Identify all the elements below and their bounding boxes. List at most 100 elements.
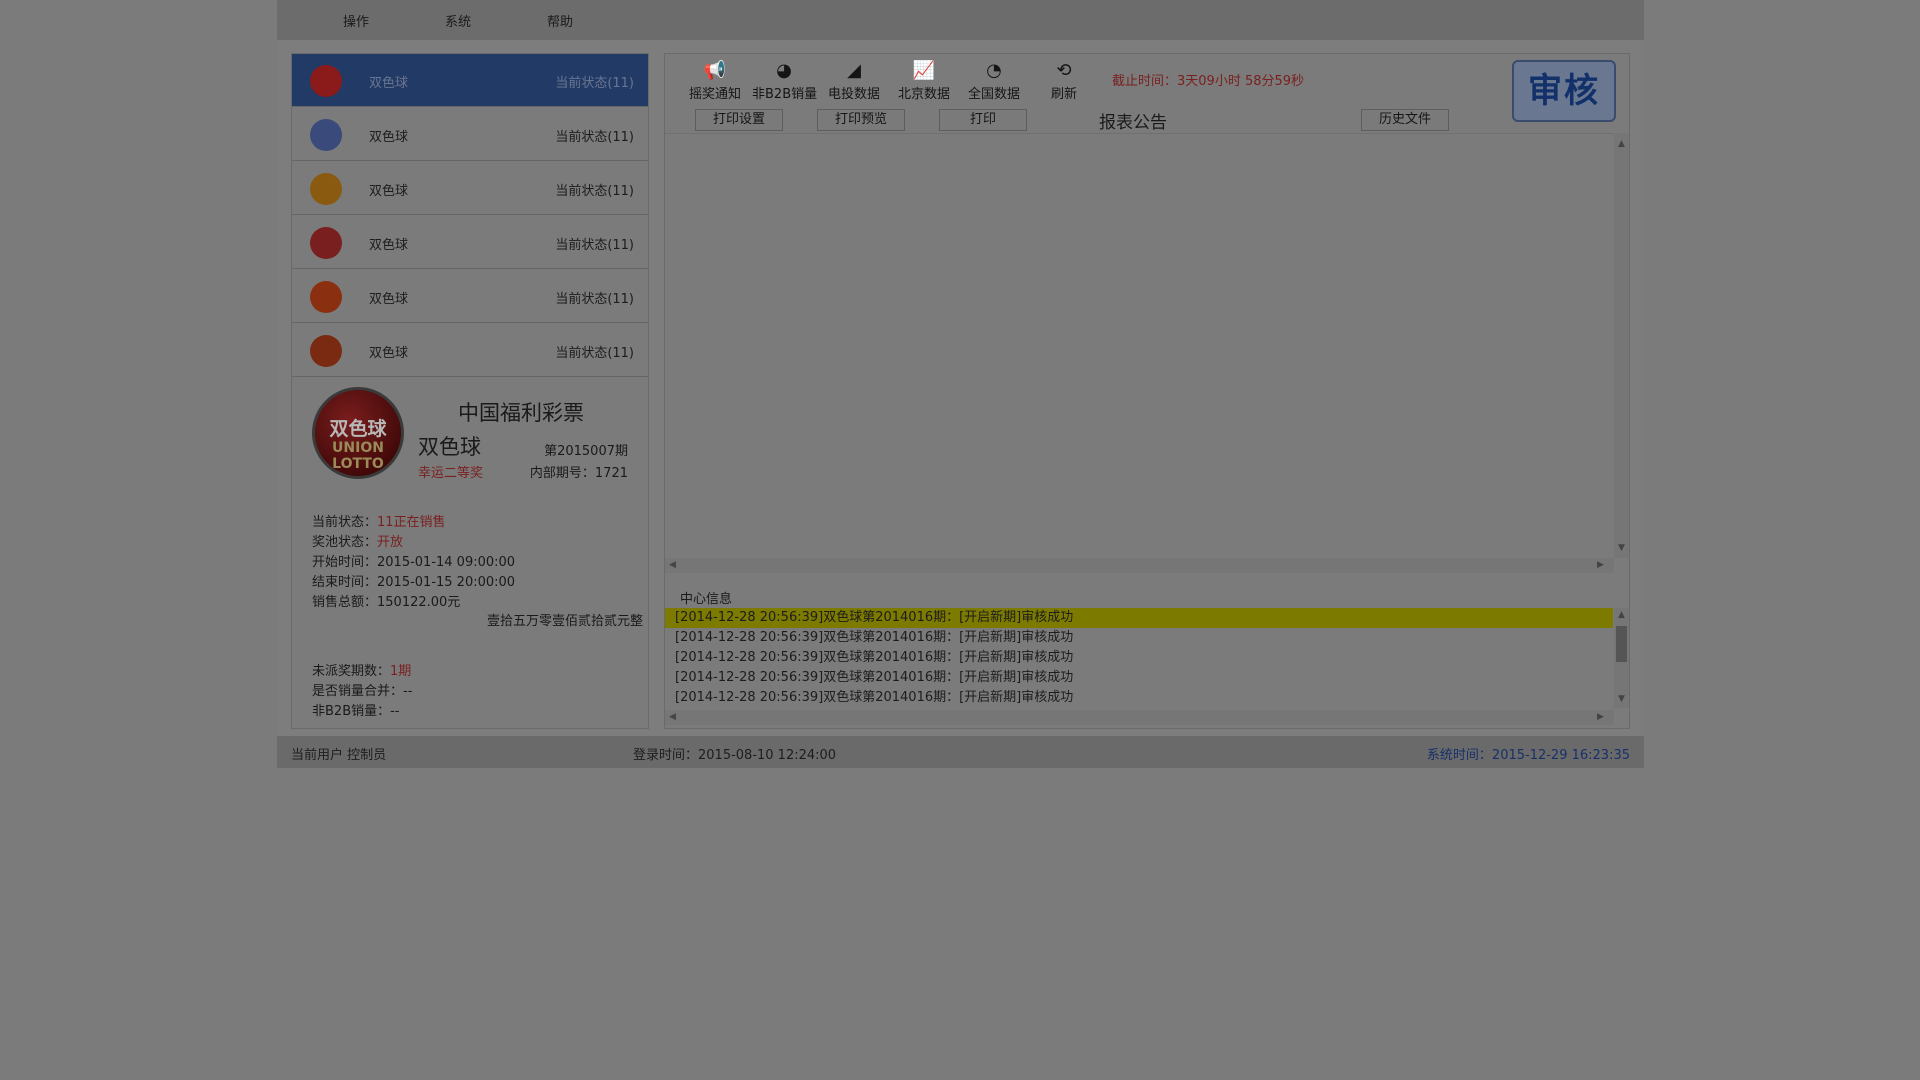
lottery-org: 中国福利彩票 — [458, 401, 584, 425]
lottery-item[interactable]: 双色球 当前状态(11) — [292, 216, 648, 269]
menu-system[interactable]: 系统 — [445, 11, 471, 30]
scroll-right-icon[interactable]: ▶ — [1597, 560, 1604, 570]
scroll-left-icon[interactable]: ◀ — [669, 560, 676, 570]
unpaid-periods-label: 未派奖期数： — [312, 664, 391, 679]
pool-status-row: 奖池状态：开放 — [312, 531, 403, 550]
print-button[interactable]: 打印 — [939, 109, 1027, 131]
pie-chart-icon: ◕ — [776, 60, 792, 81]
tool-label: 北京数据 — [897, 87, 950, 102]
pool-status-value: 开放 — [377, 535, 404, 550]
print-settings-button[interactable]: 打印设置 — [695, 109, 783, 131]
lottery-item[interactable]: 双色球 当前状态(11) — [292, 162, 648, 215]
menu-operation[interactable]: 操作 — [343, 11, 369, 30]
pool-status-label: 奖池状态： — [312, 535, 378, 550]
login-time: 登录时间：2015-08-10 12:24:00 — [633, 748, 837, 763]
history-files-button[interactable]: 历史文件 — [1361, 109, 1449, 131]
lottery-logo-icon — [310, 119, 342, 151]
scroll-right-icon[interactable]: ▶ — [1597, 712, 1604, 722]
lottery-lucky: 幸运二等奖 — [418, 466, 484, 481]
center-info-label: 中心信息 — [680, 592, 733, 607]
lottery-item[interactable]: 双色球 当前状态(11) — [292, 108, 648, 161]
scroll-down-icon[interactable]: ▼ — [1618, 543, 1625, 553]
lottery-name: 双色球 — [369, 130, 409, 145]
log-row[interactable]: [2014-12-28 20:56:39]双色球第2014016期：[开启新期]… — [665, 608, 1613, 628]
end-time: 结束时间：2015-01-15 20:00:00 — [312, 575, 516, 590]
telebet-data-button[interactable]: ◢ 电投数据 — [822, 59, 886, 105]
deadline-countdown: 截止时间：3天09小时 58分59秒 — [1112, 74, 1305, 89]
scroll-left-icon[interactable]: ◀ — [669, 712, 676, 722]
draw-notice-button[interactable]: 📢 摇奖通知 — [683, 59, 747, 105]
report-vertical-scrollbar[interactable]: ▲ ▼ — [1614, 133, 1629, 558]
lottery-item[interactable]: 双色球 当前状态(11) — [292, 54, 648, 107]
total-sales: 销售总额：150122.00元 — [312, 595, 461, 610]
log-scroll-thumb[interactable] — [1616, 626, 1627, 662]
report-content-area — [665, 133, 1629, 573]
current-status-value: 11正在销售 — [377, 515, 446, 530]
amount-in-words: 壹拾五万零壹佰贰拾贰元整 — [486, 614, 643, 629]
lottery-item[interactable]: 双色球 当前状态(11) — [292, 324, 648, 377]
lottery-logo-icon — [310, 173, 342, 205]
lottery-status: 当前状态(11) — [555, 292, 634, 307]
lottery-name: 双色球 — [369, 292, 409, 307]
logo-text-top: 双色球 — [329, 418, 387, 440]
log-row[interactable]: [2014-12-28 20:56:39]双色球第2014016期：[开启新期]… — [665, 648, 1613, 668]
lottery-logo-icon — [310, 281, 342, 313]
lottery-internal-period: 内部期号：1721 — [529, 466, 628, 481]
lottery-status: 当前状态(11) — [555, 184, 634, 199]
report-title: 报表公告 — [1099, 113, 1167, 133]
audit-label: 审核 — [1528, 71, 1600, 111]
log-row[interactable]: [2014-12-28 20:56:39]双色球第2014016期：[开启新期]… — [665, 628, 1613, 648]
tool-label: 非B2B销量 — [752, 87, 818, 102]
lottery-list-panel: 双色球 当前状态(11) 双色球 当前状态(11) 双色球 当前状态(11) 双… — [291, 53, 649, 729]
logo-text-bottom: UNION LOTTO — [332, 440, 384, 472]
menu-help[interactable]: 帮助 — [547, 11, 573, 30]
print-preview-button[interactable]: 打印预览 — [817, 109, 905, 131]
lottery-status: 当前状态(11) — [555, 130, 634, 145]
tool-label: 摇奖通知 — [688, 87, 741, 102]
menu-bar: 操作 系统 帮助 — [277, 0, 1644, 40]
current-user: 当前用户 控制员 — [291, 748, 387, 763]
audit-button[interactable]: 审核 — [1512, 60, 1616, 122]
pie-icon: ◔ — [986, 60, 1002, 81]
lottery-name: 双色球 — [369, 184, 409, 199]
lottery-logo-icon — [310, 227, 342, 259]
app-window: 操作 系统 帮助 双色球 当前状态(11) 双色球 当前状态(11) 双色球 当… — [277, 0, 1644, 768]
beijing-data-button[interactable]: 📈 北京数据 — [892, 59, 956, 105]
union-lotto-logo-icon: 双色球 UNION LOTTO — [312, 387, 404, 479]
lottery-status: 当前状态(11) — [555, 76, 634, 91]
sales-merged: 是否销量合并：-- — [312, 684, 413, 699]
lottery-detail: 双色球 UNION LOTTO 中国福利彩票 双色球 第2015007期 幸运二… — [292, 377, 648, 729]
scroll-up-icon[interactable]: ▲ — [1618, 610, 1625, 620]
log-horizontal-scrollbar[interactable]: ◀ ▶ — [665, 710, 1614, 725]
current-status-row: 当前状态：11正在销售 — [312, 511, 446, 530]
lottery-status: 当前状态(11) — [555, 346, 634, 361]
system-time: 系统时间：2015-12-29 16:23:35 — [1426, 748, 1630, 763]
lottery-name: 双色球 — [369, 346, 409, 361]
megaphone-icon: 📢 — [703, 60, 727, 81]
scroll-down-icon[interactable]: ▼ — [1618, 694, 1625, 704]
tool-label: 刷新 — [1050, 87, 1077, 102]
current-status-label: 当前状态： — [312, 515, 378, 530]
unpaid-periods-row: 未派奖期数：1期 — [312, 660, 411, 679]
tool-label: 电投数据 — [827, 87, 880, 102]
refresh-button[interactable]: ⟲ 刷新 — [1032, 59, 1096, 105]
non-b2b-sales: 非B2B销量：-- — [312, 704, 400, 719]
main-panel: 📢 摇奖通知 ◕ 非B2B销量 ◢ 电投数据 📈 北京数据 ◔ 全国数据 ⟲ 刷… — [664, 53, 1630, 729]
lottery-name: 双色球 — [369, 76, 409, 91]
log-row[interactable]: [2014-12-28 20:56:39]双色球第2014016期：[开启新期]… — [665, 668, 1613, 688]
non-b2b-sales-button[interactable]: ◕ 非B2B销量 — [752, 59, 818, 105]
national-data-button[interactable]: ◔ 全国数据 — [962, 59, 1026, 105]
refresh-icon: ⟲ — [1056, 60, 1072, 81]
lottery-period: 第2015007期 — [544, 444, 628, 459]
lottery-item[interactable]: 双色球 当前状态(11) — [292, 270, 648, 323]
lottery-detail-name: 双色球 — [418, 435, 481, 459]
scroll-up-icon[interactable]: ▲ — [1618, 139, 1625, 149]
lottery-name: 双色球 — [369, 238, 409, 253]
lottery-logo-icon — [310, 65, 342, 97]
start-time: 开始时间：2015-01-14 09:00:00 — [312, 555, 516, 570]
report-horizontal-scrollbar[interactable]: ◀ ▶ — [665, 558, 1614, 573]
log-row[interactable]: [2014-12-28 20:56:39]双色球第2014016期：[开启新期]… — [665, 688, 1613, 708]
lottery-status: 当前状态(11) — [555, 238, 634, 253]
status-bar: 当前用户 控制员 登录时间：2015-08-10 12:24:00 系统时间：2… — [277, 736, 1644, 768]
lottery-logo-icon — [310, 335, 342, 367]
